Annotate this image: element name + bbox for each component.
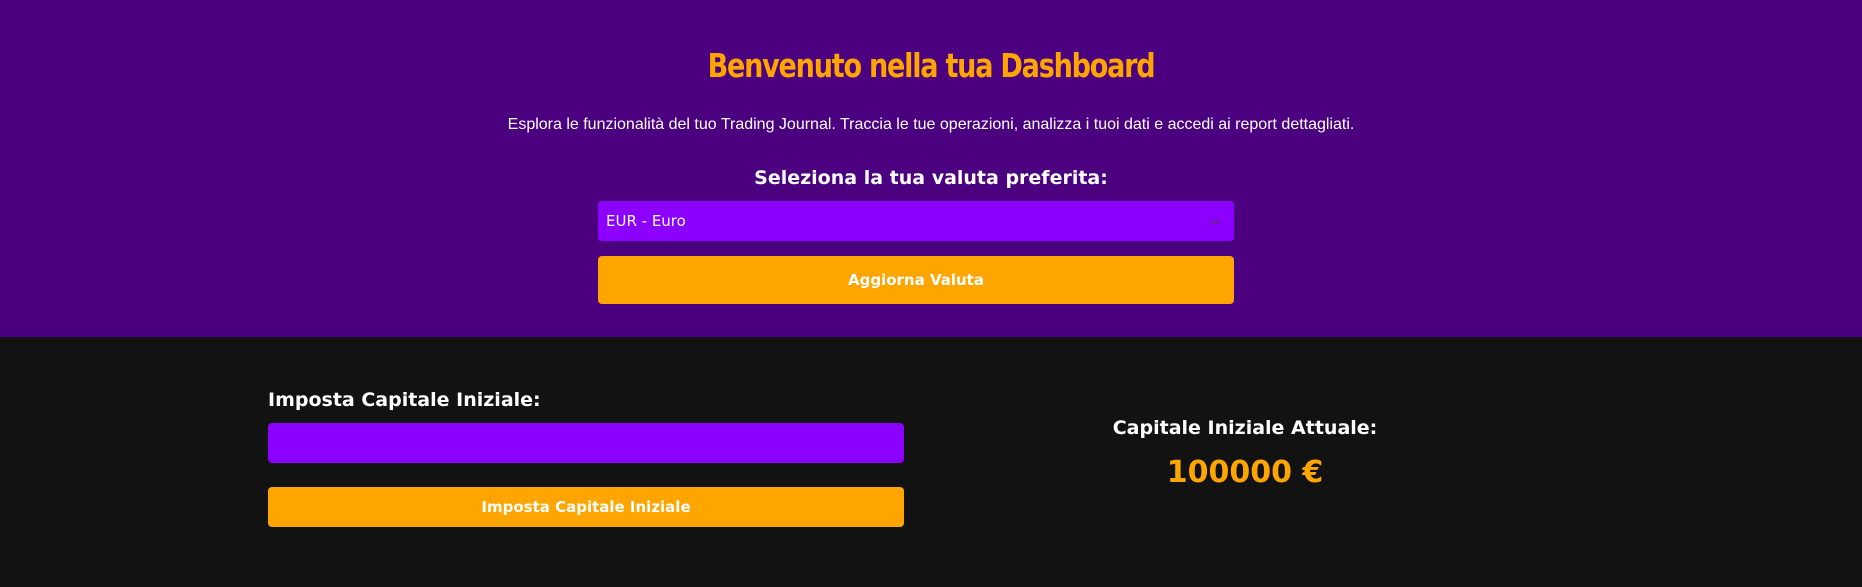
current-capital-label: Capitale Iniziale Attuale:	[1112, 417, 1378, 439]
page-title: Benvenuto nella tua Dashboard	[707, 46, 1156, 85]
page-subtitle: Esplora le funzionalità del tuo Trading …	[507, 116, 1355, 133]
currency-select[interactable]: EUR - Euro	[598, 201, 1234, 241]
currency-label: Seleziona la tua valuta preferita:	[754, 167, 1108, 189]
initial-capital-label: Imposta Capitale Iniziale:	[268, 389, 541, 411]
chevron-down-icon	[1210, 214, 1220, 226]
set-initial-capital-button[interactable]: Imposta Capitale Iniziale	[268, 487, 904, 527]
capital-section: Imposta Capitale Iniziale: Imposta Capit…	[0, 337, 1862, 587]
dashboard-header: Benvenuto nella tua Dashboard Esplora le…	[0, 0, 1862, 337]
current-capital-value: 100000 €	[1166, 455, 1324, 490]
update-currency-button[interactable]: Aggiorna Valuta	[598, 256, 1234, 304]
initial-capital-input[interactable]	[268, 423, 904, 463]
currency-select-value: EUR - Euro	[606, 212, 686, 230]
